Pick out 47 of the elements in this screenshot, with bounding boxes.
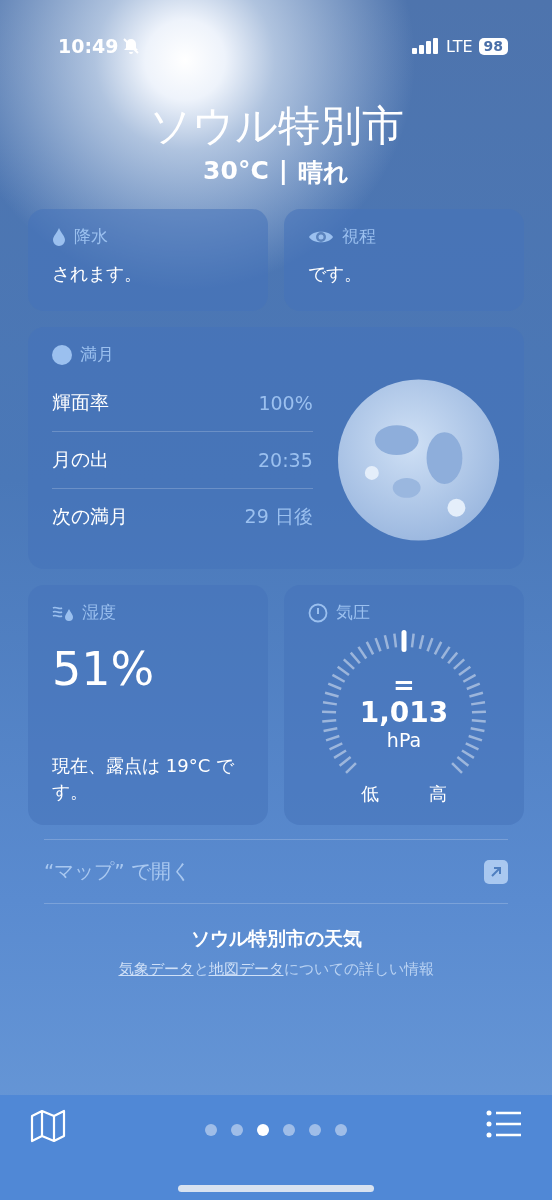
- humidity-card[interactable]: 湿度 51% 現在、露点は 19°C です。: [28, 585, 268, 825]
- page-dot[interactable]: [335, 1124, 347, 1136]
- humidity-icon: [52, 604, 74, 621]
- card-title: 気圧: [336, 601, 370, 624]
- network-type: LTE: [445, 36, 473, 56]
- card-title: 降水: [74, 225, 108, 248]
- separator: |: [278, 156, 288, 187]
- city-name: ソウル特別市: [148, 100, 404, 152]
- card-text: されます。: [52, 262, 143, 286]
- pressure-value: 1,013: [359, 696, 449, 729]
- moon-row-label: 月の出: [52, 446, 109, 472]
- page-dot[interactable]: [257, 1124, 269, 1136]
- clock-time: 10:49: [58, 35, 119, 57]
- moon-row-value: 20:35: [258, 448, 313, 471]
- gauge-icon: [308, 602, 328, 623]
- page-dot[interactable]: [309, 1124, 321, 1136]
- moon-row-value: 29 日後: [244, 503, 313, 529]
- weather-condition: 晴れ: [297, 157, 349, 189]
- attribution-text: 気象データ と地図データについての詳しい情報: [118, 960, 434, 979]
- pressure-trend: =: [393, 674, 415, 696]
- card-title: 視程: [342, 225, 376, 248]
- temperature: 30°C: [203, 156, 269, 187]
- moon-row-label: 輝面率: [52, 389, 109, 415]
- data-link[interactable]: 気象データ: [118, 960, 194, 978]
- moon-row-label: 次の満月: [52, 503, 128, 529]
- drop-icon: [52, 227, 66, 246]
- page-dot[interactable]: [283, 1124, 295, 1136]
- footer-title: ソウル特別市の天気: [190, 926, 362, 951]
- pressure-unit: hPa: [386, 729, 422, 751]
- weather-card[interactable]: 視程 です。: [284, 209, 524, 311]
- high-label: 高: [429, 782, 447, 806]
- low-label: 低: [361, 782, 379, 806]
- signal-icon: [411, 38, 440, 54]
- page-dot[interactable]: [231, 1124, 243, 1136]
- moon-card[interactable]: 満月 輝面率 100% 月の出 20:35 次の満月 29 日後: [28, 327, 524, 569]
- pressure-card[interactable]: 気圧 = 1,013 hPa 低 高: [284, 585, 524, 825]
- humidity-value: 51%: [52, 642, 156, 696]
- card-title: 満月: [80, 343, 114, 366]
- card-text: です。: [308, 262, 363, 286]
- weather-card[interactable]: 降水 されます。: [28, 209, 268, 311]
- battery-level: 98: [478, 37, 508, 55]
- card-title: 湿度: [82, 601, 116, 624]
- moon-row-value: 100%: [258, 391, 313, 414]
- page-dot[interactable]: [205, 1124, 217, 1136]
- data-link[interactable]: 地図データ: [208, 960, 284, 978]
- full-moon-icon: [52, 344, 72, 365]
- dew-point-text: 現在、露点は 19°C です。: [52, 754, 235, 804]
